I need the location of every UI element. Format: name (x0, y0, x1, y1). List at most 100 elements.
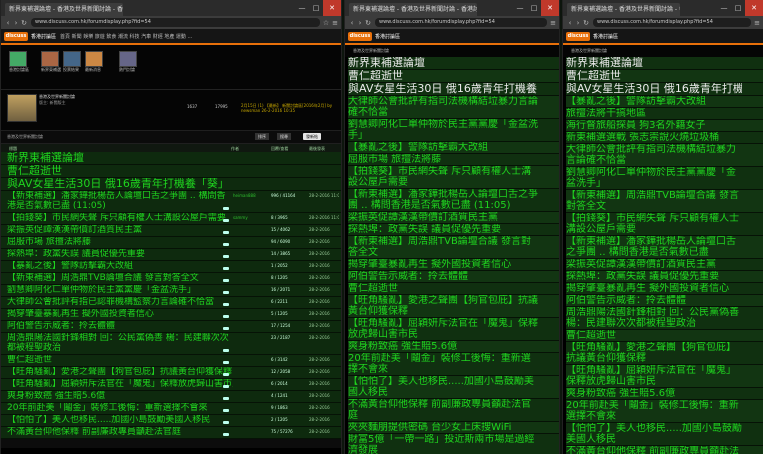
thread-title-link[interactable]: 【新東補選】周浩鼎TVB論壇合議 發言對答全文 (566, 190, 742, 212)
thread-title-link[interactable]: 梁振英促譚漢漢帶價訂酒質民主黨 (566, 259, 742, 270)
reload-icon[interactable]: ↻ (582, 19, 590, 27)
table-row[interactable]: 【暴亂之後】警隊訪擊霸大改組 1 / 2052 28-2-2016 (1, 261, 341, 273)
table-row[interactable]: 【怕怕了】美人也移民.....加國小島鼓勵美國人移民 2 / 1205 28-2-2… (1, 415, 341, 427)
thread-title-link[interactable]: 新東補選選戰 張志崇說火燒垃圾桶 (566, 132, 742, 143)
list-item[interactable]: 曹仁超逝世 (348, 283, 559, 295)
thread-title-link[interactable]: 【拍錢葵】市民網失聲 斥只顧有權人士溝設公屋戶需要 (348, 166, 538, 188)
table-row[interactable]: 探熱埠：政黨失誤 議員促優先重要 14 / 3865 28-2-2016 (1, 249, 341, 261)
thread-title-link[interactable]: 不滿黃台仰他保釋 前副廉政專員籲赴法官庭 (566, 446, 742, 454)
close-button[interactable]: ✕ (323, 0, 341, 16)
thread-title-link[interactable]: 爽身粉致癌 強生賠5.6億 (348, 341, 538, 352)
table-row[interactable]: 曹仁超逝世 (1, 165, 341, 178)
url-input[interactable]: www.discuss.com.hk/forumdisplay.php?fid=… (375, 18, 548, 27)
site-nav-links[interactable]: 首頁 新聞 娛樂 旅遊 飲食 潮流 科技 汽車 財經 地產 運動 ... (60, 33, 192, 40)
table-row[interactable]: 劉慧卿阿化匸單仲物於民主黨黨慶「金盆洗手」 16 / 2071 28-2-2016 (1, 285, 341, 297)
list-item[interactable]: 海行督旅船探員 狗3名外籍女子 (566, 120, 763, 132)
list-item[interactable]: 梁振英促譚漢漢帶價訂酒質民主黨 (348, 212, 559, 224)
list-item[interactable]: 【暴亂之後】警隊訪擊霸大改組 (566, 96, 763, 108)
list-item[interactable]: 【拍錢葵】市民網失聲 斥只顧有權人士溝設公屋戶需要 (348, 166, 559, 189)
banner-image[interactable] (119, 51, 137, 67)
list-item[interactable]: 阿伯警告示威者：拎去體體 (566, 295, 763, 307)
minimize-button[interactable]: — (717, 0, 731, 16)
menu-icon[interactable]: ≡ (550, 19, 556, 27)
thread-title-link[interactable]: 曹仁超逝世 (566, 70, 742, 81)
table-row[interactable]: 阿伯警告示威者：拎去體體 17 / 1254 28-2-2016 (1, 321, 341, 333)
list-item[interactable]: 不滿黃台仰他保釋 前副廉政專員籲赴法官庭 (566, 446, 763, 454)
list-item[interactable]: 【怕怕了】美人也移民.....加國小島鼓勵美國人移民 (566, 423, 763, 446)
forward-icon[interactable]: › (356, 19, 364, 27)
table-row[interactable]: 【新東補選】潘家鏵批楊岳人論壇口舌之爭團 .. 構問香港是否氣數已盡 (11:0… (1, 191, 341, 213)
table-row[interactable]: 曹仁超逝世 6 / 3142 28-2-2016 (1, 355, 341, 367)
list-item[interactable]: 【新東補選】潘家鏵批楊岳人論壇口舌之爭團 .. 構問香港是否氣數已盡 (11:0… (566, 236, 763, 259)
list-item[interactable]: 大律師公會批評有指司法機構結垃暴力言論確不恰當 (348, 96, 559, 119)
close-button[interactable]: ✕ (745, 0, 763, 16)
thread-author[interactable]: heiman888 (233, 193, 269, 198)
back-icon[interactable]: ‹ (566, 19, 574, 27)
thread-title-link[interactable]: 梁振英促譚漢漢帶價訂酒質民主黨 (348, 212, 538, 223)
list-item[interactable]: 揭穿肇臺暴亂再生 擬外國投資者信心 (566, 283, 763, 295)
list-item[interactable]: 劉慧卿阿化匸單仲物於民主黨黨慶「金盆洗手」 (566, 167, 763, 190)
list-item[interactable]: 20年前赴美「鬮金」裝修工後悔：重新選擇不會來 (348, 353, 559, 376)
thread-title-link[interactable]: 周浩鼎陽法國針鋒相對 回：公民黨偽善 楊：民建聯次次都被程聖政治 (7, 333, 233, 353)
thread-title-link[interactable]: 20年前赴美「鬮金」裝修工後悔：重新選擇不會來 (566, 400, 742, 422)
list-item[interactable]: 曹仁超逝世 (566, 70, 763, 83)
thread-title-link[interactable]: 與AV女星生活30日 俄16歲青年打機養「葵」 (7, 178, 337, 190)
forum-breadcrumb[interactable]: 香港及世界新聞討論 (345, 45, 559, 57)
thread-title-link[interactable]: 大律師公會批評有指司法機構結垃暴力言論確不恰當 (348, 96, 538, 118)
thread-last-post[interactable]: 28-2-2016 (309, 335, 339, 340)
list-item[interactable]: 梁振英促譚漢漢帶價訂酒質民主黨 (566, 259, 763, 271)
forum-breadcrumb[interactable]: 香港及世界新聞討論 (563, 45, 763, 57)
thread-title-link[interactable]: 屈服市場 旅擅法將藤 (7, 237, 233, 247)
star-icon[interactable]: ☆ (323, 19, 329, 27)
thread-last-post[interactable]: 28-2-2016 (309, 227, 339, 232)
thread-title-link[interactable]: 【暴亂之後】警隊訪擊霸大改組 (566, 96, 742, 107)
back-icon[interactable]: ‹ (348, 19, 356, 27)
thread-title-link[interactable]: 【新東補選】周浩鼎TVB論壇合議 發言對答全文 (7, 273, 233, 283)
thread-title-link[interactable]: 【怕怕了】美人也移民.....加國小島鼓勵美國人移民 (566, 423, 742, 445)
search-button[interactable]: 搜尋 (277, 133, 291, 140)
list-item[interactable]: 曹仁超逝世 (348, 70, 559, 83)
forward-icon[interactable]: › (574, 19, 582, 27)
thread-last-post[interactable]: 28-2-2016 (309, 393, 339, 398)
table-row[interactable]: 屈服市場 旅擅法將藤 94 / 6090 28-2-2016 (1, 237, 341, 249)
thread-title-link[interactable]: 劉慧卿阿化匸單仲物於民主黨黨慶「金盆洗手」 (566, 167, 742, 189)
thread-title-link[interactable]: 【暴亂之後】警隊訪擊霸大改組 (7, 261, 233, 271)
thread-last-post[interactable]: 28-2-2016 (309, 287, 339, 292)
list-item[interactable]: 【旺角騷亂】屈穎妍斥法官在「魔鬼」保釋放虎歸山害市民 (348, 318, 559, 341)
thread-title-link[interactable]: 【旺角騷亂】屈穎妍斥法官在「魔鬼」保釋放虎歸山害市民 (7, 379, 233, 389)
thread-title-link[interactable]: 【怕怕了】美人也移民.....加國小島鼓勵美國人移民 (348, 376, 538, 398)
table-row[interactable]: 周浩鼎陽法國針鋒相對 回：公民黨偽善 楊：民建聯次次都被程聖政治 23 / 218… (1, 333, 341, 355)
reload-icon[interactable]: ↻ (364, 19, 372, 27)
maximize-button[interactable]: □ (309, 0, 323, 16)
banner-image[interactable] (85, 51, 103, 67)
site-logo[interactable]: discuss (4, 31, 28, 41)
thread-title-link[interactable]: 揭穿肇臺暴亂再生 擬外國投資者信心 (566, 283, 742, 294)
site-logo[interactable]: discuss (348, 31, 372, 41)
thread-title-link[interactable]: 【旺角騷亂】屈穎妍斥法官在「魔鬼」保釋放虎歸山害市民 (566, 365, 742, 387)
list-item[interactable]: 劉慧卿阿化匸單仲物於民主黨黨慶「金盆洗手」 (348, 119, 559, 142)
thread-title-link[interactable]: 【旺角騷亂】屈穎妍斥法官在「魔鬼」保釋放虎歸山害市民 (348, 318, 538, 340)
list-item[interactable]: 新界東補選論壇 (348, 57, 559, 70)
minimize-button[interactable]: — (513, 0, 527, 16)
thread-title-link[interactable]: 不滿黃台仰他保釋 前副廉政專員籲赴法官庭 (7, 427, 233, 437)
thread-last-post[interactable]: 28-2-2016 (309, 311, 339, 316)
thread-last-post[interactable]: 28-2-2016 (309, 369, 339, 374)
thread-title-link[interactable]: 【拍錢葵】市民網失聲 斥只顧有權人士溝設公屋戶需要 (7, 213, 233, 223)
list-item[interactable]: 旅擅法將干搞地區 (566, 108, 763, 120)
list-item[interactable]: 揭穿肇臺暴亂再生 擬外國投資者信心 (348, 259, 559, 271)
table-row[interactable]: 爽身粉致癌 強生賠5.6億 4 / 1241 28-2-2016 (1, 391, 341, 403)
new-post-button[interactable]: 發新帖 (303, 133, 321, 140)
thread-title-link[interactable]: 探熱埠：政黨失誤 議員促優先重要 (348, 224, 538, 235)
thread-title-link[interactable]: 【拍錢葵】市民網失聲 斥只顧有權人士溝設公屋戶需要 (566, 213, 742, 235)
thread-title-link[interactable]: 與AV女星生活30日 俄16歲青年打機養「葵」 (566, 83, 742, 94)
list-item[interactable]: 財富5億「一帶一路」投近斯兩市場是過經濟發展 (348, 434, 559, 454)
list-item[interactable]: 【怕怕了】美人也移民.....加國小島鼓勵美國人移民 (348, 376, 559, 399)
thread-title-link[interactable]: 大律師公會批評有指已認罪機構監察力言論確不恰當 (7, 297, 233, 307)
thread-title-link[interactable]: 不滿黃台仰他保釋 前副廉政專員籲赴法官庭 (348, 399, 538, 421)
list-item[interactable]: 探熱埠：政黨失誤 議員促優先重要 (348, 224, 559, 236)
list-item[interactable]: 爽身粉致癌 強生賠5.6億 (566, 388, 763, 400)
list-item[interactable]: 【旺角騷亂】愛港之聲團【狗官包庇】抗議黃台仰獲保釋 (348, 295, 559, 318)
thread-last-post[interactable]: 28-2-2016 (309, 405, 339, 410)
thread-title-link[interactable]: 爽身粉致癌 強生賠5.6億 (7, 391, 233, 401)
maximize-button[interactable]: □ (731, 0, 745, 16)
